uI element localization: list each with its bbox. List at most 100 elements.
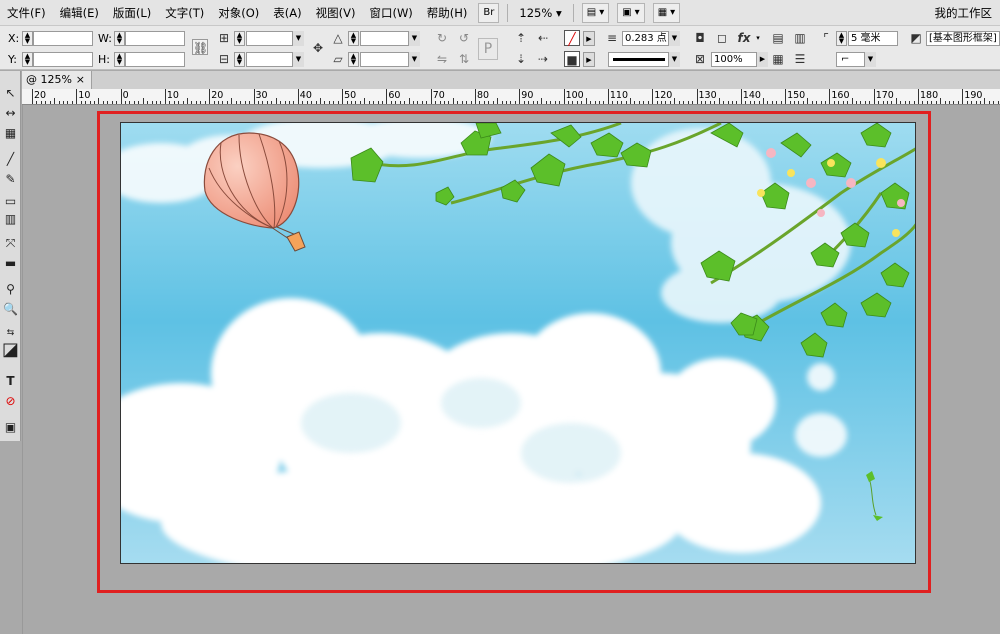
menu-view[interactable]: 视图(V) — [309, 0, 363, 26]
select-previous-icon[interactable]: ⇠ — [535, 30, 551, 46]
x-field[interactable] — [33, 31, 93, 46]
object-style-field[interactable]: [基本图形框架] — [926, 31, 1000, 46]
zoom-level[interactable]: 125% ▾ — [512, 0, 568, 26]
h-spinner[interactable]: ▲ ▼ — [114, 52, 125, 67]
reference-point-icon[interactable]: ✥ — [310, 40, 326, 56]
gap-tool-icon[interactable]: ↔ — [2, 105, 19, 122]
chevron-down-icon[interactable]: ▼ — [292, 52, 304, 67]
h-field[interactable] — [125, 52, 185, 67]
flip-vertical-icon[interactable]: ⇅ — [456, 51, 472, 67]
menu-object[interactable]: 对象(O) — [211, 0, 266, 26]
bridge-button[interactable]: Br — [478, 2, 500, 23]
constrain-proportions-icon[interactable]: ⛓ — [192, 39, 208, 55]
select-next-icon[interactable]: ⇢ — [535, 51, 551, 67]
chevron-right-icon[interactable]: ▶ — [756, 52, 768, 67]
line-tool-icon[interactable]: ╱ — [2, 151, 19, 168]
fx-icon[interactable]: fx — [736, 30, 752, 46]
wrap-jump-icon[interactable]: ☰ — [792, 51, 808, 67]
shear-spinner[interactable]: ▲ ▼ — [348, 52, 359, 67]
free-transform-tool-icon[interactable]: ⤧ — [2, 235, 19, 252]
screen-mode-button[interactable]: ▣ ▾ — [617, 2, 645, 23]
selection-tool-icon[interactable]: ↖ — [2, 85, 19, 102]
ruler-tick — [63, 101, 64, 104]
vertical-ruler[interactable] — [22, 105, 23, 634]
ruler-tick — [568, 101, 570, 104]
rotate-angle-icon: △ — [333, 31, 343, 45]
chevron-down-icon[interactable]: ▼ — [408, 31, 420, 46]
w-spinner[interactable]: ▲ ▼ — [114, 31, 125, 46]
scale-x-spinner[interactable]: ▲ ▼ — [234, 31, 245, 46]
eyedropper-tool-icon[interactable]: ⚲ — [2, 281, 19, 298]
flip-horizontal-icon[interactable]: ⇋ — [434, 51, 450, 67]
zoom-tool-icon[interactable]: 🔍 — [2, 301, 19, 318]
effects-square-icon[interactable]: ◻ — [714, 30, 730, 46]
formatting-text-icon[interactable]: T — [2, 373, 19, 390]
menu-help[interactable]: 帮助(H) — [420, 0, 475, 26]
corner-options-icon[interactable]: ⌜ — [818, 30, 834, 46]
ruler-tick — [754, 101, 756, 104]
document-tab[interactable]: @ 125% × — [22, 71, 92, 89]
close-icon[interactable]: × — [76, 71, 85, 89]
view-mode-icon[interactable]: ▣ — [2, 419, 19, 436]
corner-size-spinner[interactable]: ▲ ▼ — [836, 31, 847, 46]
drop-shadow-icon[interactable]: ◘ — [692, 30, 708, 46]
menu-edit[interactable]: 编辑(E) — [53, 0, 106, 26]
y-field[interactable] — [33, 52, 93, 67]
opacity-field[interactable]: 100% — [711, 52, 757, 67]
ruler-tick-label: 170 — [875, 90, 894, 101]
ruler-tick — [940, 98, 942, 104]
select-content-icon[interactable]: ⇣ — [513, 51, 529, 67]
ruler-tick — [226, 101, 228, 104]
stroke-swatch-icon[interactable]: ■ — [564, 51, 580, 67]
menu-table[interactable]: 表(A) — [266, 0, 308, 26]
chevron-down-icon[interactable]: ▼ — [408, 52, 420, 67]
ruler-tick-label: 80 — [477, 90, 490, 101]
select-container-icon[interactable]: ⇡ — [513, 30, 529, 46]
apply-none-icon[interactable]: ⊘ — [2, 393, 19, 410]
ruler-tick — [931, 101, 933, 104]
w-field[interactable] — [125, 31, 185, 46]
ruler-tick-label: 0 — [122, 90, 129, 101]
ruler-tick-label: 120 — [654, 90, 673, 101]
y-spinner[interactable]: ▲ ▼ — [22, 52, 33, 67]
chevron-right-icon[interactable]: ▶ — [583, 52, 595, 67]
arrange-documents-button[interactable]: ▦ ▾ — [652, 2, 681, 23]
workspace-switcher[interactable]: 我的工作区 — [935, 5, 1000, 21]
gradient-tool-icon[interactable]: ▬ — [2, 255, 19, 272]
table-tool-icon[interactable]: ▥ — [2, 211, 19, 228]
scale-y-spinner[interactable]: ▲ ▼ — [234, 52, 245, 67]
clear-effects-icon[interactable]: ⊠ — [692, 51, 708, 67]
fill-stroke-icon[interactable]: ◪ — [2, 341, 19, 359]
corner-size-field[interactable]: 5 毫米 — [848, 31, 898, 46]
object-style-icon[interactable]: ◩ — [908, 30, 924, 46]
menu-type[interactable]: 文字(T) — [158, 0, 211, 26]
ruler-tick — [616, 101, 618, 104]
chevron-down-icon[interactable]: ▼ — [668, 52, 680, 67]
chevron-down-icon[interactable]: ▼ — [668, 31, 680, 46]
fill-swatch-icon[interactable]: ╱ — [564, 30, 580, 46]
rectangle-frame-tool-icon[interactable]: ▭ — [2, 193, 19, 210]
rotate-ccw-icon[interactable]: ↺ — [456, 30, 472, 46]
view-options-button[interactable]: ▤ ▾ — [581, 2, 610, 23]
chevron-right-icon[interactable]: ▶ — [583, 31, 595, 46]
chevron-down-icon[interactable]: ▾ — [752, 31, 764, 46]
page-tool-icon[interactable]: ▦ — [2, 125, 19, 142]
chevron-down-icon[interactable]: ▼ — [864, 52, 876, 67]
chevron-down-icon[interactable]: ▼ — [292, 31, 304, 46]
menu-window[interactable]: 窗口(W) — [362, 0, 419, 26]
horizontal-ruler[interactable]: 20 10 0 10 20 30 40 50 60 70 80 90 100 110 120 130 140 15… — [22, 89, 1000, 105]
ruler-tick — [980, 101, 982, 104]
wrap-around-icon[interactable]: ▥ — [792, 30, 808, 46]
text-wrap-icon[interactable]: ▤ — [770, 30, 786, 46]
x-spinner[interactable]: ▲ ▼ — [22, 31, 33, 46]
proxy-icon[interactable]: P — [478, 38, 498, 60]
pen-tool-icon[interactable]: ✎ — [2, 171, 19, 188]
wrap-object-icon[interactable]: ▦ — [770, 51, 786, 67]
shear-angle-icon: ▱ — [333, 52, 343, 66]
ruler-tick — [882, 101, 884, 104]
menu-layout[interactable]: 版面(L) — [106, 0, 158, 26]
menu-file[interactable]: 文件(F) — [0, 0, 53, 26]
rotate-spinner[interactable]: ▲ ▼ — [348, 31, 359, 46]
rotate-cw-icon[interactable]: ↻ — [434, 30, 450, 46]
x-label: X: — [8, 32, 20, 45]
